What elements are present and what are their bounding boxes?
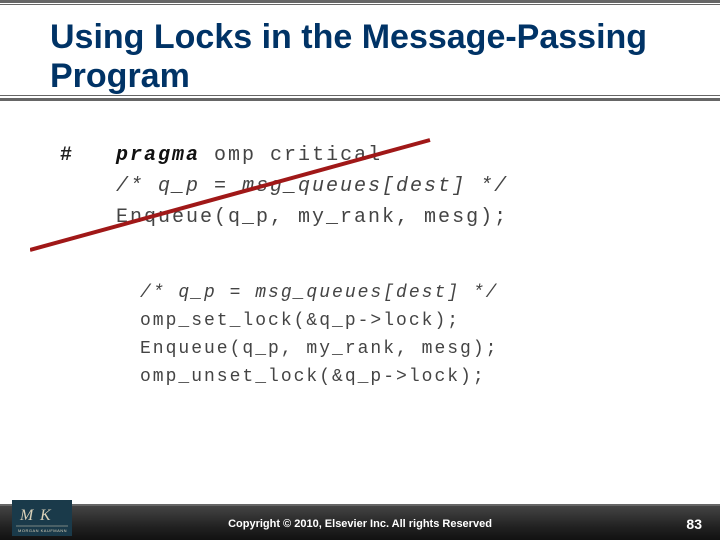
enqueue-line-1: Enqueue(q_p, my_rank, mesg); bbox=[60, 202, 660, 233]
rule-top bbox=[0, 0, 720, 3]
set-lock-line: omp_set_lock(&q_p->lock); bbox=[140, 308, 700, 336]
copyright-text: Copyright © 2010, Elsevier Inc. All righ… bbox=[0, 518, 720, 530]
comment-line-2: /* q_p = msg_queues[dest] */ bbox=[140, 280, 700, 308]
slide-title: Using Locks in the Message-Passing Progr… bbox=[50, 8, 690, 102]
hash-symbol: # bbox=[60, 144, 74, 167]
pragma-rest: omp critical bbox=[200, 144, 382, 167]
code-block-critical: # pragma omp critical /* q_p = msg_queue… bbox=[60, 140, 660, 233]
pragma-line: # pragma omp critical bbox=[60, 140, 660, 171]
unset-lock-line: omp_unset_lock(&q_p->lock); bbox=[140, 364, 700, 392]
code-block-locks: /* q_p = msg_queues[dest] */ omp_set_loc… bbox=[140, 280, 700, 392]
comment-line-1: /* q_p = msg_queues[dest] */ bbox=[60, 171, 660, 202]
slide-title-block: Using Locks in the Message-Passing Progr… bbox=[50, 8, 690, 102]
enqueue-line-2: Enqueue(q_p, my_rank, mesg); bbox=[140, 336, 700, 364]
page-number: 83 bbox=[686, 516, 702, 532]
pragma-keyword: pragma bbox=[116, 144, 200, 167]
rule-bottom bbox=[0, 98, 720, 101]
